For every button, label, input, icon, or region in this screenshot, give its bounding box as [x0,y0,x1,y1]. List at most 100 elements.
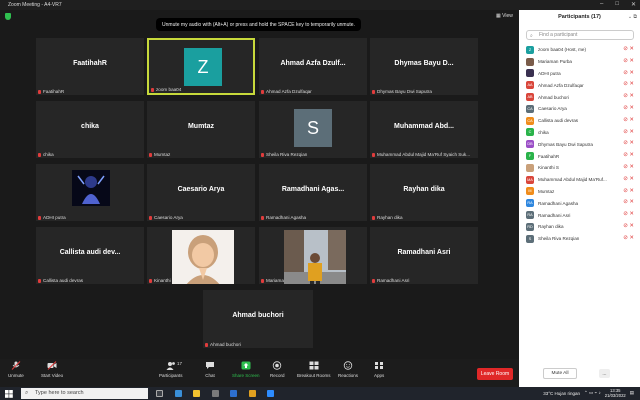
video-tile[interactable]: Mumtaz Mumtaz [147,101,255,158]
taskbar-search-input[interactable]: ⌕ Type here to search [21,388,148,399]
participants-label: Participants [159,373,183,378]
panel-options-icon[interactable]: ⌄ ⧉ [628,14,637,20]
participant-name-tag: zoom baa04 [151,87,181,92]
more-options-button[interactable]: ... [599,369,610,378]
mic-muted-icon [149,215,152,220]
leave-room-button[interactable]: Leave Room [477,368,513,380]
mic-muted-icon [261,215,264,220]
reactions-button[interactable]: Reactions [338,361,358,378]
participant-row[interactable]: CA Callista audi devras ⊘ ✕ [526,115,636,127]
video-tile[interactable]: Callista audi dev... Callista audi devras [36,227,144,284]
view-button[interactable]: ▦ View [496,13,513,19]
participant-name-tag: Sheila Riva Rezqian [261,152,307,157]
tray-icons[interactable]: ⌃ ▭ ⌁ ♪ [584,390,601,396]
mic-muted-icon [372,152,375,157]
mic-muted-icon [151,87,154,92]
participant-list: Zzoom baa04 (Host, me) ⊘ ✕ Mariaman Purba ⊘… [526,44,636,245]
video-tile[interactable]: Kinanthi S [147,227,255,284]
participant-row[interactable]: CA Caesario Arya ⊘ ✕ [526,103,636,115]
participant-row[interactable]: Cchika ⊘ ✕ [526,127,636,139]
participant-row[interactable]: RD Rayhan dika ⊘ ✕ [526,221,636,233]
participant-name: Ramadhani Asri [538,212,571,218]
windows-start-icon[interactable] [5,390,13,398]
notification-icon[interactable]: ▤ [630,390,634,396]
video-tile[interactable]: FaatihahR FaatihahR [36,38,144,95]
video-tile[interactable]: Muhammad Abd... Muhammad Abdul Majid Ma'R… [370,101,478,158]
participant-row[interactable]: Mariaman Purba ⊘ ✕ [526,56,636,68]
file-explorer-icon[interactable] [193,390,200,397]
participant-row[interactable]: Zzoom baa04 (Host, me) ⊘ ✕ [526,44,636,56]
participant-search-input[interactable]: ⌕ Find a participant [526,30,634,40]
participant-row[interactable]: AB Ahmad buchori ⊘ ✕ [526,91,636,103]
chat-icon [206,362,214,369]
participant-avatar [526,57,534,66]
status-icons: ⊘ ✕ [623,104,634,111]
mute-all-button[interactable]: Mute All [543,368,577,379]
participant-row[interactable]: DB Dhymas Bayu Dwi Saputra ⊘ ✕ [526,138,636,150]
video-tile[interactable]: Sheila Riva Rezqian S [259,101,367,158]
participant-avatar: S [294,109,332,147]
unmute-button[interactable]: Unmute [8,361,24,378]
participant-avatar: MA [526,175,534,184]
participant-row[interactable]: ADHI putra ⊘ ✕ [526,68,636,80]
task-view-icon[interactable] [156,390,163,397]
close-icon[interactable]: ✕ [631,1,636,8]
reactions-icon [343,361,353,370]
participant-display-name: Ramadhani Agas... [281,186,345,193]
maximize-icon[interactable]: □ [615,1,619,8]
participant-row[interactable]: RA Ramadhani Asri ⊘ ✕ [526,209,636,221]
zoom-app-icon[interactable] [267,390,274,397]
microphone-muted-icon [11,361,21,370]
video-tile[interactable]: Mariaman Purba [259,227,367,284]
system-tray: 33°C Hujan ringan ⌃ ▭ ⌁ ♪ 13:35 21/03/20… [543,388,634,398]
video-off-icon [47,361,57,370]
apps-button[interactable]: Apps [374,361,384,378]
breakout-rooms-button[interactable]: Breakout Rooms [297,361,331,378]
clock[interactable]: 13:35 21/03/2022 [605,388,626,398]
share-screen-label: Share Screen [232,373,260,378]
participant-name-tag: Caesario Arya [149,215,183,220]
name-tag-text: ADHI putra [43,215,66,220]
store-icon[interactable] [212,390,219,397]
video-tile[interactable]: Ahmad buchori Ahmad buchori [203,290,313,348]
mic-muted-icon [261,152,264,157]
chrome-icon[interactable] [249,390,256,397]
reactions-label: Reactions [338,373,359,378]
search-placeholder: Find a participant [539,32,578,38]
participant-row[interactable]: S Sheila Riva Rezqian ⊘ ✕ [526,233,636,245]
participant-row[interactable]: Kinanthi S ⊘ ✕ [526,162,636,174]
participant-avatar: CA [526,116,534,125]
minimize-icon[interactable]: – [600,1,603,8]
edge-browser-icon[interactable] [175,390,182,397]
participant-avatar: F [526,152,534,161]
apps-icon [375,362,384,369]
participants-icon [166,362,175,370]
video-tile[interactable]: Ahmad Azfa Dzulf... Ahmad Azfa Dzulfaqar [259,38,367,95]
chat-button[interactable]: Chat [205,361,215,378]
participant-row[interactable]: AA Ahmad Azfa Dzulfaqar ⊘ ✕ [526,79,636,91]
status-icons: ⊘ ✕ [623,187,634,194]
participant-name: Mumtaz [538,188,555,194]
record-button[interactable]: Record [270,361,285,378]
video-tile[interactable]: Rayhan dika Rayhan dika [370,164,478,221]
mail-icon[interactable] [230,390,237,397]
participant-row[interactable]: MA Muhammad Abdul Majid Ma'Ruf... ⊘ ✕ [526,174,636,186]
video-tile[interactable]: zoom baa04 Z [147,38,255,95]
start-video-button[interactable]: Start Video [41,361,63,378]
share-screen-button[interactable]: Share Screen [232,361,260,378]
video-tile[interactable]: Dhymas Bayu D... Dhymas Bayu Dwi Saputra [370,38,478,95]
video-tile[interactable]: ADHI putra [36,164,144,221]
participant-row[interactable]: RA Ramadhani Agasha ⊘ ✕ [526,197,636,209]
status-icons: ⊘ ✕ [623,140,634,147]
participant-row[interactable]: M Mumtaz ⊘ ✕ [526,186,636,198]
video-tile[interactable]: chika chika [36,101,144,158]
video-tile[interactable]: Ramadhani Asri Ramadhani Asri [370,227,478,284]
participant-row[interactable]: F FaatihahR ⊘ ✕ [526,150,636,162]
participant-name-tag: Ahmad Azfa Dzulfaqar [261,89,312,94]
participant-avatar: M [526,187,534,196]
video-tile[interactable]: Ramadhani Agas... Ramadhani Agasha [259,164,367,221]
video-tile[interactable]: Caesario Arya Caesario Arya [147,164,255,221]
participant-display-name: Muhammad Abd... [393,123,455,130]
security-shield-icon[interactable] [5,13,11,20]
status-icons: ⊘ ✕ [623,116,634,123]
